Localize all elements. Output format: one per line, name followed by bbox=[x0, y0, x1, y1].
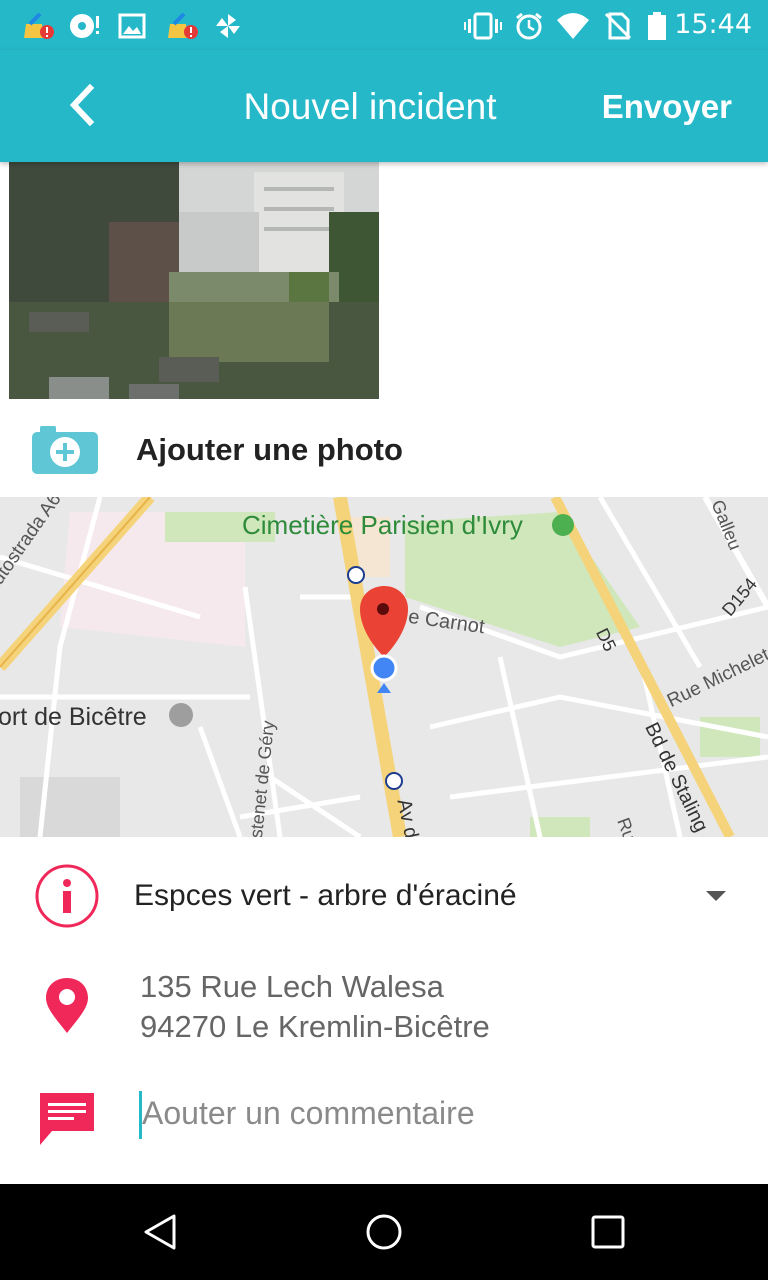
photo-image bbox=[9, 162, 379, 399]
battery-icon bbox=[648, 12, 666, 40]
wifi-icon bbox=[557, 13, 589, 39]
map-label-fort: ort de Bicêtre bbox=[0, 703, 147, 731]
cleaner-alert-icon bbox=[168, 12, 198, 39]
clock: 15:44 bbox=[674, 9, 752, 40]
map[interactable]: Cimetière Parisien d'Ivry Autostrada A6b… bbox=[0, 497, 768, 837]
app-bar: Nouvel incident Envoyer bbox=[0, 50, 768, 162]
category-select[interactable]: Espces vert - arbre d'éraciné bbox=[0, 837, 768, 953]
cleaner-alert-icon bbox=[24, 12, 54, 39]
image-icon bbox=[118, 13, 146, 39]
comment-placeholder[interactable]: Aouter un commentaire bbox=[142, 1095, 475, 1132]
vibrate-icon bbox=[464, 12, 502, 40]
comment-field[interactable]: Aouter un commentaire bbox=[0, 1073, 768, 1184]
add-photo-label: Ajouter une photo bbox=[136, 432, 403, 467]
alarm-icon bbox=[516, 12, 542, 40]
address-line-2: 94270 Le Kremlin-Bicêtre bbox=[140, 1009, 490, 1044]
recents-nav-icon[interactable] bbox=[590, 1214, 626, 1250]
comment-icon bbox=[40, 1093, 94, 1145]
incident-photo[interactable] bbox=[9, 162, 379, 399]
home-nav-icon[interactable] bbox=[364, 1212, 404, 1252]
address-field: 135 Rue Lech Walesa 94270 Le Kremlin-Bic… bbox=[0, 953, 768, 1063]
status-bar: 15:44 bbox=[0, 0, 768, 50]
nav-bar bbox=[0, 1184, 768, 1280]
pinwheel-icon bbox=[216, 14, 240, 38]
address-line-1: 135 Rue Lech Walesa bbox=[140, 969, 444, 1004]
info-icon bbox=[35, 864, 99, 928]
map-canvas bbox=[0, 497, 768, 837]
category-value: Espces vert - arbre d'éraciné bbox=[134, 879, 517, 912]
back-nav-icon[interactable] bbox=[140, 1212, 180, 1252]
location-pin-icon bbox=[46, 978, 88, 1033]
dropdown-arrow-icon bbox=[706, 891, 726, 901]
map-label-cemetery: Cimetière Parisien d'Ivry bbox=[242, 510, 523, 540]
no-sim-icon bbox=[604, 12, 632, 40]
disc-icon bbox=[70, 14, 99, 38]
add-photo-button[interactable]: Ajouter une photo bbox=[0, 400, 768, 497]
send-button[interactable]: Envoyer bbox=[602, 88, 732, 126]
camera-add-icon bbox=[32, 426, 98, 474]
